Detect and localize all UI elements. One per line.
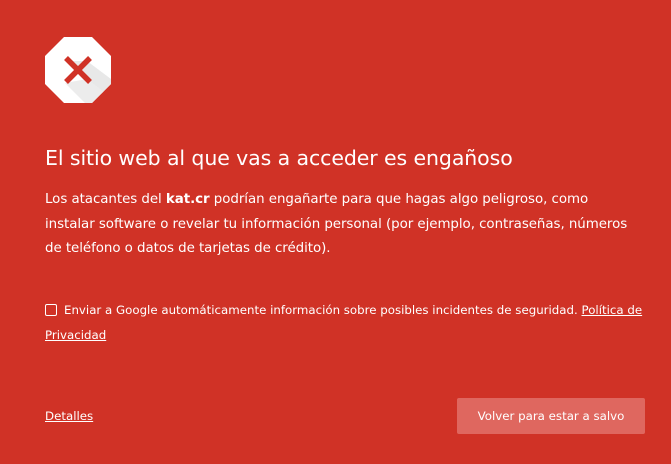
page-title: El sitio web al que vas a acceder es eng… [45, 146, 513, 170]
description-prefix: Los atacantes del [45, 192, 166, 207]
site-name: kat.cr [165, 192, 210, 207]
report-checkbox[interactable] [45, 304, 57, 316]
back-to-safety-button[interactable]: Volver para estar a salvo [457, 398, 645, 434]
details-link[interactable]: Detalles [45, 408, 93, 424]
stop-octagon-x-icon [45, 37, 111, 103]
warning-description: Los atacantes del kat.cr podrían engañar… [45, 188, 640, 262]
report-label: Enviar a Google automáticamente informac… [64, 303, 578, 317]
safe-browsing-report-option: Enviar a Google automáticamente informac… [45, 298, 645, 347]
